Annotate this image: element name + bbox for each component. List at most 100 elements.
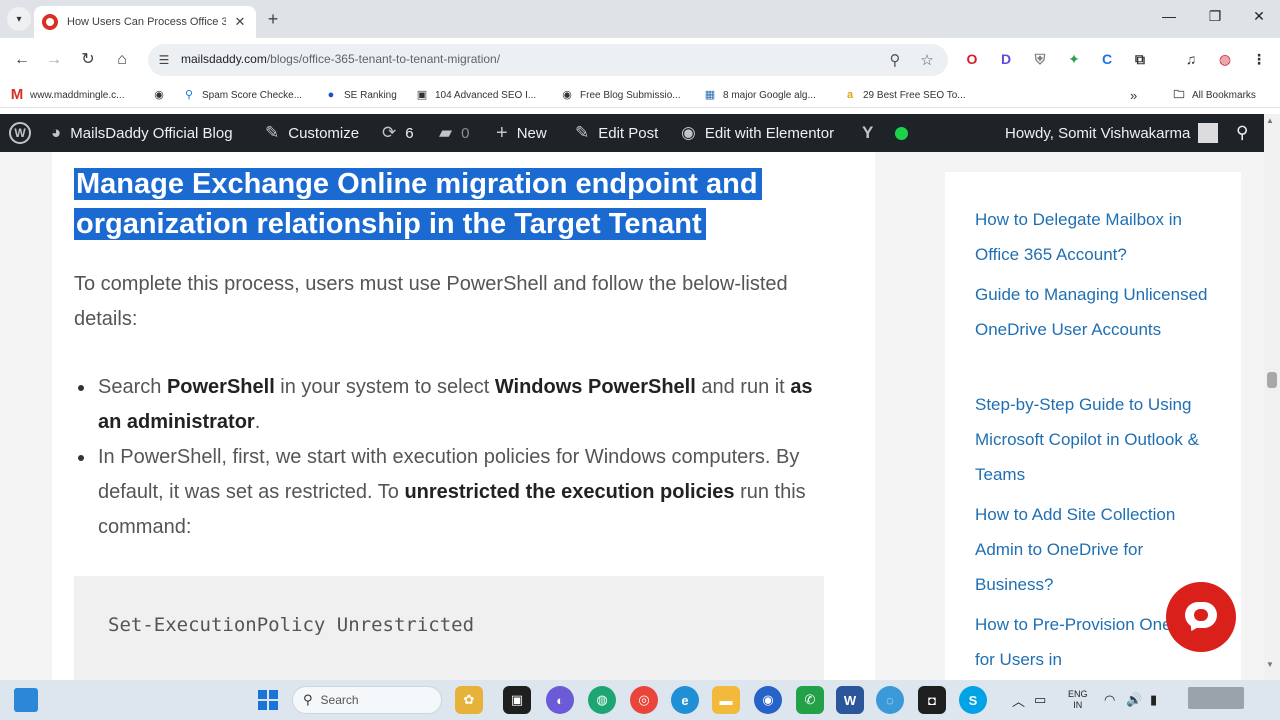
shield-extension-icon[interactable]: ⛨ bbox=[1031, 50, 1049, 68]
chat-app-icon[interactable]: ◐ bbox=[546, 686, 574, 714]
edit-with-elementor-link[interactable]: ◉ Edit with Elementor bbox=[681, 114, 834, 152]
customize-link[interactable]: ✎ Customize bbox=[265, 114, 359, 152]
edit-post-link[interactable]: ✎ Edit Post bbox=[575, 114, 658, 152]
language-indicator[interactable]: ENG IN bbox=[1068, 680, 1088, 720]
dashboard-gauge-icon: ◕ bbox=[51, 123, 62, 142]
back-arrow-icon[interactable]: ← bbox=[10, 48, 34, 72]
word-icon[interactable]: W bbox=[836, 686, 864, 714]
address-bar[interactable]: ☰ mailsdaddy.com/blogs/office-365-tenant… bbox=[148, 44, 948, 76]
bookmark-item[interactable]: ▣ 104 Advanced SEO I... bbox=[415, 86, 536, 104]
profile-avatar-icon[interactable]: ◍ bbox=[1216, 50, 1234, 68]
admin-search-icon[interactable]: ⚲ bbox=[1236, 114, 1248, 152]
browser-tab-active[interactable]: How Users Can Process Office 365 ✕ bbox=[34, 6, 256, 38]
sidebar-link[interactable]: How to Delegate Mailbox in Office 365 Ac… bbox=[975, 202, 1215, 272]
clock-redacted[interactable] bbox=[1188, 687, 1244, 709]
bookmark-item[interactable]: ◉ Free Blog Submissio... bbox=[560, 86, 680, 104]
list-item: In PowerShell, first, we start with exec… bbox=[74, 440, 834, 545]
copilot-app-icon[interactable]: ◍ bbox=[588, 686, 616, 714]
plus-icon: + bbox=[496, 121, 508, 144]
page-scrollbar[interactable] bbox=[1264, 114, 1280, 680]
wp-admin-bar: W ◕ MailsDaddy Official Blog ✎ Customize ⟳… bbox=[0, 114, 1264, 152]
battery-icon[interactable]: ▮ bbox=[1150, 680, 1157, 720]
scroll-up-arrow-icon[interactable]: ▲ bbox=[1266, 116, 1274, 125]
volume-icon[interactable]: 🔊 bbox=[1126, 680, 1142, 720]
sidebar-link[interactable]: Step-by-Step Guide to Using Microsoft Co… bbox=[975, 387, 1215, 492]
skype-icon[interactable]: S bbox=[959, 686, 987, 714]
code-text: Set-ExecutionPolicy Unrestricted bbox=[108, 614, 475, 636]
edge-icon[interactable]: e bbox=[671, 686, 699, 714]
start-button[interactable] bbox=[254, 686, 282, 714]
folder-icon: 🗀 bbox=[1173, 89, 1185, 101]
maximize-button[interactable]: ❐ bbox=[1203, 8, 1227, 25]
comments-link[interactable]: ▰ 0 bbox=[439, 114, 469, 152]
spam-score-icon: ⚲ bbox=[184, 89, 194, 101]
sidebar-link[interactable]: How to Add Site Collection Admin to OneD… bbox=[975, 497, 1215, 602]
sparkle-extension-icon[interactable]: ✦ bbox=[1065, 50, 1083, 68]
tab-close-icon[interactable]: ✕ bbox=[232, 14, 248, 30]
d-extension-icon[interactable]: D bbox=[997, 50, 1015, 68]
comment-bubble-icon: ▰ bbox=[439, 123, 453, 142]
file-explorer-icon[interactable]: ▬ bbox=[712, 686, 740, 714]
new-content-link[interactable]: + New bbox=[496, 114, 547, 152]
page-body: Manage Exchange Online migration endpoin… bbox=[0, 152, 1264, 680]
yoast-seo-link[interactable]: Y bbox=[862, 114, 882, 152]
section-heading[interactable]: Manage Exchange Online migration endpoin… bbox=[74, 164, 814, 244]
refresh-updates-icon: ⟳ bbox=[382, 123, 397, 142]
my-account-link[interactable]: Howdy, Somit Vishwakarma bbox=[1005, 114, 1219, 152]
media-control-icon[interactable]: ♫ bbox=[1182, 50, 1200, 68]
c-extension-icon[interactable]: C bbox=[1098, 50, 1116, 68]
browser-toolbar: ← → ↻ ⌂ ☰ mailsdaddy.com/blogs/office-36… bbox=[0, 38, 1280, 82]
site-name-link[interactable]: ◕ MailsDaddy Official Blog bbox=[51, 114, 233, 152]
browser-app-icon[interactable]: ◉ bbox=[754, 686, 782, 714]
code-block[interactable]: Set-ExecutionPolicy Unrestricted bbox=[74, 576, 824, 680]
scrollbar-thumb[interactable] bbox=[1267, 372, 1277, 388]
opera-extension-icon[interactable]: O bbox=[963, 50, 981, 68]
tab-search-chevron-icon[interactable]: ▾ bbox=[7, 7, 31, 31]
bookmark-item[interactable]: Mwww.maddmingle.c... bbox=[10, 86, 125, 104]
sidebar-link[interactable]: Guide to Managing Unlicensed OneDrive Us… bbox=[975, 277, 1215, 347]
new-tab-button[interactable]: + bbox=[262, 8, 284, 30]
search-icon: ⚲ bbox=[303, 692, 313, 707]
scroll-down-arrow-icon[interactable]: ▼ bbox=[1266, 660, 1274, 669]
reload-icon[interactable]: ↻ bbox=[76, 48, 100, 72]
wordpress-logo-button[interactable]: W bbox=[9, 114, 31, 152]
extensions-puzzle-icon[interactable]: ⧉ bbox=[1131, 50, 1149, 68]
widgets-icon[interactable] bbox=[14, 688, 38, 712]
wordpress-logo-icon: W bbox=[9, 122, 31, 144]
site-info-icon[interactable]: ☰ bbox=[156, 52, 172, 68]
seo-status-indicator bbox=[895, 114, 908, 152]
media-app-icon[interactable]: ◘ bbox=[918, 686, 946, 714]
forward-arrow-icon[interactable]: → bbox=[42, 48, 66, 72]
bookmark-item[interactable]: ▦ 8 major Google alg... bbox=[703, 86, 816, 104]
task-view-icon[interactable]: ▣ bbox=[503, 686, 531, 714]
se-ranking-icon: ● bbox=[327, 89, 335, 101]
bookmarks-overflow-chevron-icon[interactable]: » bbox=[1130, 86, 1137, 104]
whatsapp-icon[interactable]: ✆ bbox=[796, 686, 824, 714]
chat-widget-button[interactable] bbox=[1166, 582, 1236, 652]
search-highlight-icon[interactable]: ✿ bbox=[455, 686, 483, 714]
tray-overflow-chevron-icon[interactable]: ︿ bbox=[1012, 680, 1025, 720]
wifi-icon[interactable]: ◠ bbox=[1104, 680, 1115, 720]
green-status-dot-icon bbox=[895, 126, 908, 140]
heading-line-1: Manage Exchange Online migration endpoin… bbox=[74, 168, 762, 200]
tab-title: How Users Can Process Office 365 bbox=[67, 16, 226, 28]
bookmark-item[interactable]: a 29 Best Free SEO To... bbox=[843, 86, 966, 104]
taskbar-search-input[interactable]: ⚲ Search bbox=[292, 686, 442, 714]
menu-kebab-icon[interactable]: ⋮ bbox=[1250, 50, 1268, 68]
zoom-icon[interactable]: ⚲ bbox=[886, 51, 904, 69]
list-item: Search PowerShell in your system to sele… bbox=[74, 370, 834, 440]
bookmark-item[interactable]: ⚲ Spam Score Checke... bbox=[182, 86, 302, 104]
all-bookmarks-button[interactable]: 🗀 All Bookmarks bbox=[1172, 86, 1256, 104]
home-icon[interactable]: ⌂ bbox=[110, 48, 134, 72]
bookmark-star-icon[interactable]: ☆ bbox=[918, 51, 936, 69]
network-app-icon[interactable]: ◌ bbox=[876, 686, 904, 714]
bookmark-item[interactable]: ● SE Ranking bbox=[324, 86, 397, 104]
updates-link[interactable]: ⟳ 6 bbox=[382, 114, 414, 152]
yoast-icon: Y bbox=[862, 123, 874, 142]
tray-keyboard-icon[interactable]: ▭ bbox=[1034, 680, 1046, 720]
elementor-icon: ◉ bbox=[681, 123, 696, 142]
minimize-button[interactable]: — bbox=[1157, 8, 1181, 24]
bookmark-item[interactable]: ◉ bbox=[152, 86, 172, 104]
close-window-button[interactable]: ✕ bbox=[1247, 8, 1271, 25]
chrome-icon[interactable]: ◎ bbox=[630, 686, 658, 714]
